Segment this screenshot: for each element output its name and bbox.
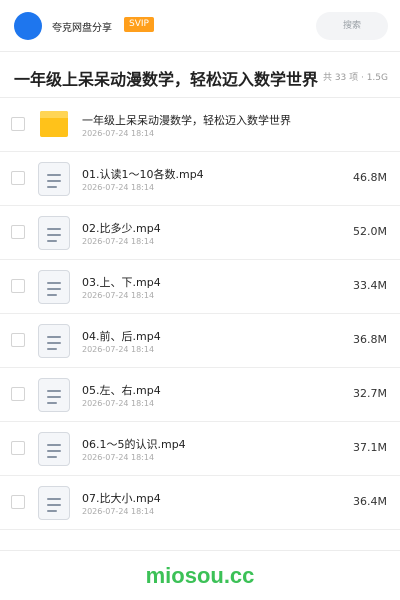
row-checkbox[interactable] xyxy=(11,117,25,131)
footer: miosou.cc xyxy=(0,550,400,600)
item-date: 2026-07-24 18:14 xyxy=(82,183,155,192)
item-name: 07.比大小.mp4 xyxy=(82,492,161,505)
list-item[interactable]: 01.认读1～10各数.mp4 2026-07-24 18:14 46.8M xyxy=(0,152,400,206)
top-bar: 夸克网盘分享 SVIP 搜索 xyxy=(0,0,400,52)
avatar[interactable] xyxy=(14,12,42,40)
row-checkbox[interactable] xyxy=(11,279,25,293)
site-watermark: miosou.cc xyxy=(145,563,255,588)
list-item[interactable]: 05.左、右.mp4 2026-07-24 18:14 32.7M xyxy=(0,368,400,422)
list-item[interactable]: 03.上、下.mp4 2026-07-24 18:14 33.4M xyxy=(0,260,400,314)
item-date: 2026-07-24 18:14 xyxy=(82,345,155,354)
item-name: 06.1～5的认识.mp4 xyxy=(82,438,186,451)
list-item[interactable]: 07.比大小.mp4 2026-07-24 18:14 36.4M xyxy=(0,476,400,530)
video-file-icon xyxy=(38,486,70,520)
item-size: 37.1M xyxy=(353,441,387,454)
search-input[interactable]: 搜索 xyxy=(316,12,388,40)
row-checkbox[interactable] xyxy=(11,495,25,509)
share-page: 夸克网盘分享 SVIP 搜索 一年级上呆呆动漫数学，轻松迈入数学世界 共 33 … xyxy=(0,0,400,600)
item-name: 01.认读1～10各数.mp4 xyxy=(82,168,204,181)
video-file-icon xyxy=(38,162,70,196)
video-file-icon xyxy=(38,216,70,250)
item-date: 2026-07-24 18:14 xyxy=(82,453,155,462)
row-checkbox[interactable] xyxy=(11,387,25,401)
list-item[interactable]: 06.1～5的认识.mp4 2026-07-24 18:14 37.1M xyxy=(0,422,400,476)
item-date: 2026-07-24 18:14 xyxy=(82,399,155,408)
item-date: 2026-07-24 18:14 xyxy=(82,129,155,138)
brand-name: 夸克网盘分享 xyxy=(52,23,112,34)
item-size: 32.7M xyxy=(353,387,387,400)
page-title: 一年级上呆呆动漫数学，轻松迈入数学世界 xyxy=(14,70,319,89)
item-name: 05.左、右.mp4 xyxy=(82,384,161,397)
list-item[interactable]: 02.比多少.mp4 2026-07-24 18:14 52.0M xyxy=(0,206,400,260)
row-checkbox[interactable] xyxy=(11,171,25,185)
item-name: 04.前、后.mp4 xyxy=(82,330,161,343)
item-name: 02.比多少.mp4 xyxy=(82,222,161,235)
row-checkbox[interactable] xyxy=(11,333,25,347)
item-size: 36.8M xyxy=(353,333,387,346)
item-name: 一年级上呆呆动漫数学，轻松迈入数学世界 xyxy=(82,114,291,127)
folder-icon xyxy=(38,108,70,142)
item-size: 52.0M xyxy=(353,225,387,238)
item-name: 03.上、下.mp4 xyxy=(82,276,161,289)
video-file-icon xyxy=(38,270,70,304)
video-file-icon xyxy=(38,432,70,466)
video-file-icon xyxy=(38,324,70,358)
item-date: 2026-07-24 18:14 xyxy=(82,507,155,516)
video-file-icon xyxy=(38,378,70,412)
file-list: 一年级上呆呆动漫数学，轻松迈入数学世界 2026-07-24 18:14 01.… xyxy=(0,98,400,530)
row-checkbox[interactable] xyxy=(11,441,25,455)
row-checkbox[interactable] xyxy=(11,225,25,239)
folder-header: 一年级上呆呆动漫数学，轻松迈入数学世界 共 33 项 · 1.5G xyxy=(0,52,400,98)
list-item[interactable]: 04.前、后.mp4 2026-07-24 18:14 36.8M xyxy=(0,314,400,368)
item-size: 33.4M xyxy=(353,279,387,292)
item-date: 2026-07-24 18:14 xyxy=(82,291,155,300)
svip-badge: SVIP xyxy=(124,17,154,32)
item-date: 2026-07-24 18:14 xyxy=(82,237,155,246)
list-item[interactable]: 一年级上呆呆动漫数学，轻松迈入数学世界 2026-07-24 18:14 xyxy=(0,98,400,152)
item-size: 46.8M xyxy=(353,171,387,184)
folder-meta: 共 33 项 · 1.5G xyxy=(322,73,388,83)
item-size: 36.4M xyxy=(353,495,387,508)
